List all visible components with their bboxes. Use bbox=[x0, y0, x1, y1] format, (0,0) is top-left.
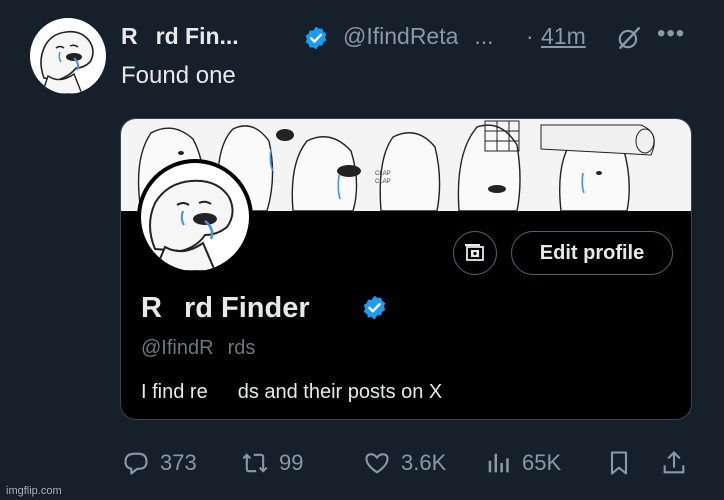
share-button[interactable] bbox=[660, 448, 698, 478]
views-count: 65K bbox=[522, 450, 562, 475]
profile-name: Rrd Finder bbox=[141, 291, 310, 324]
tweet-actions: 373 99 3.6K 65K bbox=[0, 448, 724, 478]
like-button[interactable]: 3.6K bbox=[363, 448, 446, 478]
profile-bio: I find re ds and their posts on X bbox=[141, 381, 443, 403]
camera-icon bbox=[465, 244, 484, 261]
verified-icon[interactable] bbox=[303, 25, 329, 51]
wojak-avatar-image bbox=[40, 30, 94, 94]
tweet-text: Found one bbox=[121, 62, 236, 89]
embedded-image-card[interactable]: CLAP CLAP Edit profile Rrd Finder @Ifind… bbox=[120, 118, 692, 420]
tweet-header: Rrd Fin... @IfindReta... · 41m ••• bbox=[121, 20, 701, 52]
profile-handle: @IfindR rds bbox=[141, 337, 256, 359]
reply-icon bbox=[124, 452, 148, 475]
repost-count: 99 bbox=[279, 450, 304, 475]
profile-photo-button[interactable] bbox=[453, 231, 497, 275]
profile-wojak-image bbox=[149, 179, 234, 271]
like-icon bbox=[365, 453, 389, 474]
more-icon[interactable]: ••• bbox=[657, 20, 685, 48]
profile-avatar bbox=[137, 159, 253, 275]
profile-verified-icon bbox=[363, 295, 386, 320]
like-count: 3.6K bbox=[401, 450, 447, 475]
views-button[interactable]: 65K bbox=[484, 448, 561, 478]
repost-button[interactable]: 99 bbox=[241, 448, 303, 478]
author-name[interactable]: Rrd Fin... bbox=[121, 23, 239, 50]
bookmark-button[interactable] bbox=[605, 448, 643, 478]
separator-dot: · bbox=[526, 23, 534, 49]
edit-profile-button[interactable]: Edit profile bbox=[511, 231, 673, 275]
repost-icon bbox=[242, 453, 268, 473]
imgflip-watermark: imgflip.com bbox=[6, 485, 62, 497]
tweet-timestamp[interactable]: 41m bbox=[541, 23, 586, 50]
clap-text-1: CLAP bbox=[375, 171, 391, 177]
share-icon bbox=[663, 451, 685, 474]
views-icon bbox=[488, 453, 509, 473]
bookmark-icon bbox=[610, 451, 628, 475]
reply-button[interactable]: 373 bbox=[122, 448, 197, 478]
reply-count: 373 bbox=[160, 450, 197, 475]
grok-icon[interactable] bbox=[616, 25, 642, 51]
author-avatar[interactable] bbox=[30, 18, 106, 94]
author-handle[interactable]: @IfindReta... bbox=[343, 23, 494, 50]
clap-text-2: CLAP bbox=[375, 179, 391, 185]
